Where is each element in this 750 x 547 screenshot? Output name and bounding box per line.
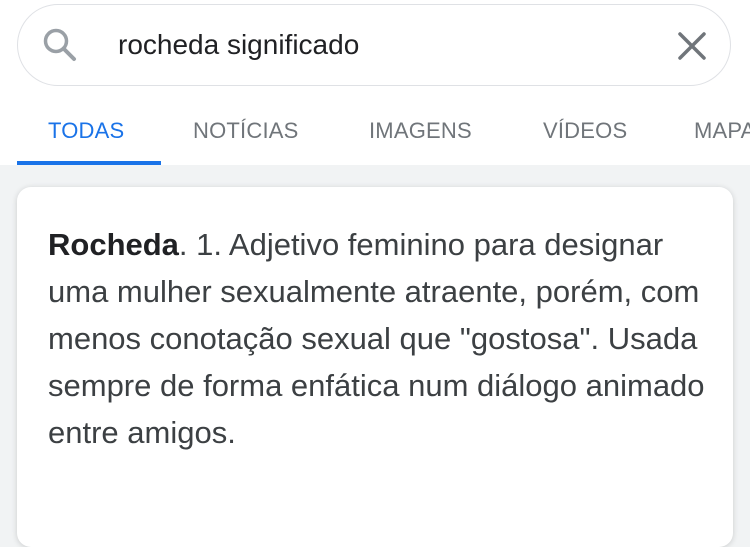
close-icon[interactable] [676, 30, 708, 62]
definition-term: Rocheda [48, 227, 179, 262]
search-icon[interactable] [40, 25, 80, 65]
search-header: rocheda significado TODAS NOTÍCIAS IMAGE… [0, 0, 750, 165]
tab-mapas[interactable]: MAPAS [694, 118, 750, 144]
active-tab-indicator [17, 161, 161, 165]
tab-videos[interactable]: VÍDEOS [543, 118, 627, 144]
search-bar[interactable]: rocheda significado [17, 4, 731, 86]
definition-card: Rocheda. 1. Adjetivo feminino para desig… [17, 187, 733, 547]
search-input[interactable]: rocheda significado [118, 29, 359, 61]
tab-todas[interactable]: TODAS [48, 118, 124, 144]
definition-text: Rocheda. 1. Adjetivo feminino para desig… [48, 221, 718, 456]
tab-noticias[interactable]: NOTÍCIAS [193, 118, 299, 144]
search-tabs: TODAS NOTÍCIAS IMAGENS VÍDEOS MAPAS [0, 100, 750, 165]
tab-imagens[interactable]: IMAGENS [369, 118, 472, 144]
